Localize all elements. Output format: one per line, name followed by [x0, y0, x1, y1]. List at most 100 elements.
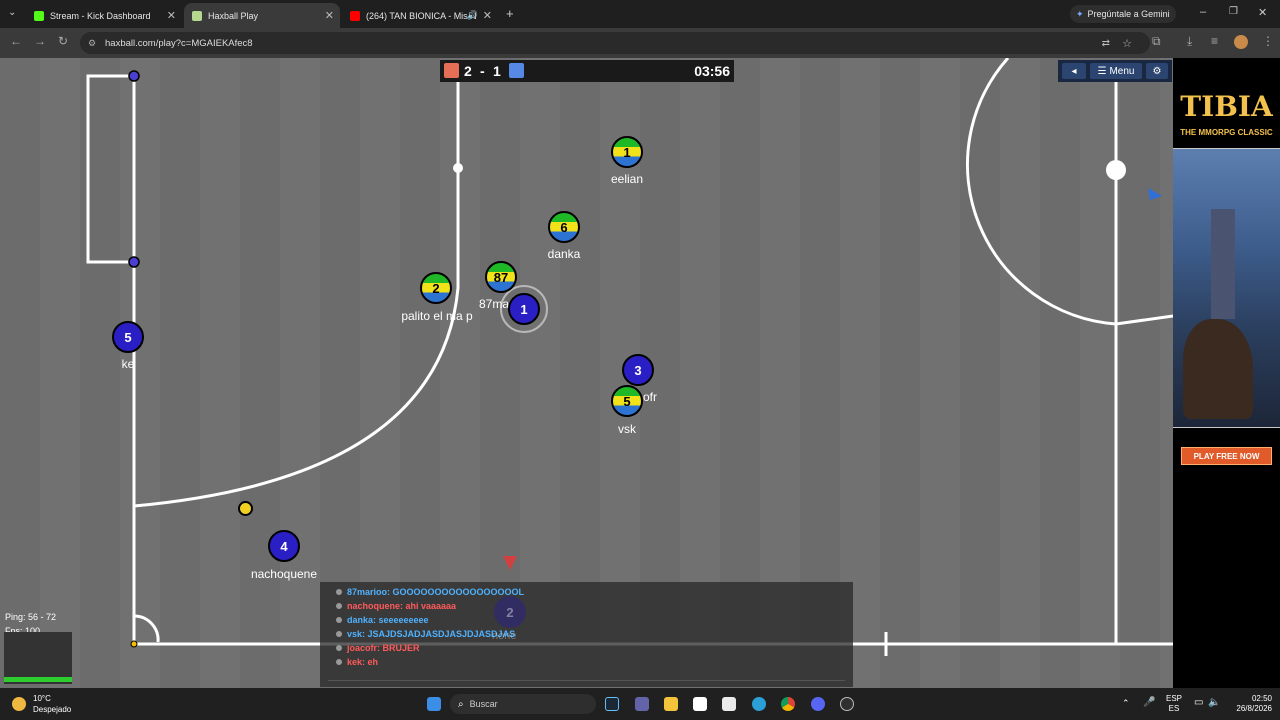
chat-message: nachoquene: ahi vaaaaaa	[320, 599, 853, 613]
network-icon[interactable]: ▭	[1194, 697, 1203, 708]
chat-message: vsk: JSAJDSJADJASDJASJDJASDJAS	[320, 627, 853, 641]
player-disc: 1	[611, 136, 643, 168]
player-avatar-icon	[336, 659, 342, 665]
reload-icon[interactable]: ↻	[58, 34, 68, 48]
tray-chevron-icon[interactable]: ⌃	[1122, 698, 1130, 709]
close-icon[interactable]: ✕	[325, 9, 334, 22]
bookmark-star-icon[interactable]: ☆	[1122, 37, 1132, 50]
match-timer: 03:56	[694, 63, 730, 79]
gear-icon: ⚙	[1152, 65, 1162, 77]
profile-avatar[interactable]	[1234, 35, 1248, 49]
blue-score: 1	[493, 63, 501, 79]
player-name: ofr	[642, 390, 658, 404]
steam-icon[interactable]	[605, 697, 619, 711]
settings-button[interactable]: ⚙	[1146, 63, 1168, 79]
more-icon[interactable]: ⋮	[1262, 34, 1274, 48]
ping-readout: Ping: 56 - 72	[5, 612, 57, 622]
player-name: ke	[121, 357, 135, 371]
red-score: 2	[464, 63, 472, 79]
store-icon[interactable]	[722, 697, 736, 711]
game-menu-bar: ◂ ☰ Menu ⚙	[1058, 60, 1172, 82]
browser-tab-bar: ⌄ Stream - Kick Dashboard ✕ Haxball Play…	[0, 0, 1280, 28]
reading-list-icon[interactable]: ≡	[1211, 34, 1218, 48]
translate-icon[interactable]: ⇄	[1102, 38, 1110, 49]
player-disc: 2	[420, 272, 452, 304]
chrome-icon[interactable]	[781, 697, 795, 711]
window-close-icon[interactable]: ✕	[1258, 6, 1267, 19]
ad-banner[interactable]: TIBIA THE MMORPG CLASSIC PLAY FREE NOW	[1173, 58, 1280, 688]
forward-icon[interactable]: →	[34, 34, 46, 48]
taskbar-search[interactable]: ⌕ Buscar	[450, 694, 596, 714]
kick-icon	[34, 10, 44, 21]
tab-title: (264) TAN BIONICA - Mis N	[366, 10, 477, 21]
chat-message: kek: eh	[320, 655, 853, 669]
back-icon[interactable]: ←	[10, 34, 22, 48]
menu-button[interactable]: ☰ Menu	[1090, 63, 1142, 79]
tab-kick[interactable]: Stream - Kick Dashboard ✕	[26, 3, 182, 28]
player-avatar-icon	[336, 603, 342, 609]
windows-start-icon[interactable]	[427, 697, 441, 711]
speaker-icon[interactable]: 🔊	[467, 10, 478, 21]
player-avatar-icon	[336, 631, 342, 637]
tab-youtube[interactable]: (264) TAN BIONICA - Mis N 🔊 ✕	[342, 3, 498, 28]
player-disc: 5	[112, 321, 144, 353]
download-icon[interactable]: ⤓	[1187, 34, 1192, 49]
gemini-label: Pregúntale a Gemini	[1087, 9, 1170, 19]
ad-subtitle: THE MMORPG CLASSIC	[1180, 128, 1273, 137]
weather-desc: Despejado	[33, 705, 72, 714]
gemini-button[interactable]: ✦ Pregúntale a Gemini	[1070, 5, 1176, 23]
teams-icon[interactable]	[635, 697, 649, 711]
chat-message: joacofr: BRUJER	[320, 641, 853, 655]
clock[interactable]: 02:50 26/8/2026	[1220, 694, 1272, 714]
chat-input[interactable]	[328, 669, 845, 681]
player-disc: 5	[611, 385, 643, 417]
player-disc: 6	[548, 211, 580, 243]
close-icon[interactable]: ✕	[167, 9, 176, 22]
player-name: nachoquene	[250, 567, 318, 581]
player-avatar-icon	[336, 617, 342, 623]
collapse-button[interactable]: ◂	[1062, 63, 1086, 79]
tab-title: Stream - Kick Dashboard	[50, 10, 151, 21]
ad-title: TIBIA	[1180, 90, 1273, 123]
red-team-badge	[444, 63, 459, 78]
microphone-icon[interactable]: 🎤	[1143, 697, 1155, 708]
close-icon[interactable]: ✕	[483, 9, 492, 22]
obs-icon[interactable]	[840, 697, 854, 711]
fps-graph	[4, 632, 72, 684]
gemini-icon: ✦	[1076, 8, 1084, 19]
edge-icon[interactable]	[752, 697, 766, 711]
chat-panel[interactable]: 2 none 87marioo: GOOOOOOOOOOOOOOOOOL nac…	[320, 582, 853, 687]
search-icon: ⌕	[458, 698, 464, 710]
extensions-icon[interactable]: ⧉	[1152, 34, 1161, 49]
volume-icon[interactable]: 🔈	[1208, 697, 1220, 708]
discord-icon[interactable]	[811, 697, 825, 711]
tab-title: Haxball Play	[208, 10, 259, 21]
search-placeholder: Buscar	[469, 699, 498, 709]
maximize-icon[interactable]: ❐	[1229, 6, 1238, 17]
blue-team-badge	[509, 63, 524, 78]
url-field[interactable]: ⚙ haxball.com/play?c=MGAIEKAfec8 ⇄ ☆	[80, 32, 1150, 54]
ball	[238, 501, 253, 516]
hamburger-icon: ☰	[1097, 65, 1107, 77]
player-name: danka	[547, 247, 581, 261]
tab-search-button[interactable]: ⌄	[8, 7, 16, 18]
ghost-player-name: none	[492, 630, 517, 642]
site-info-icon[interactable]: ⚙	[88, 38, 96, 49]
file-explorer-icon[interactable]	[664, 697, 678, 711]
play-free-now-button[interactable]: PLAY FREE NOW	[1181, 447, 1272, 465]
player-name: palito el ma p	[401, 309, 473, 323]
player-name: eelian	[610, 172, 644, 186]
player-name: 87ma	[478, 297, 510, 311]
new-tab-button[interactable]: +	[506, 6, 514, 21]
language-indicator[interactable]: ESP ES	[1166, 694, 1182, 714]
player-avatar-icon	[336, 645, 342, 651]
minimize-icon[interactable]: –	[1200, 6, 1206, 18]
weather-temp: 10°C	[33, 694, 51, 703]
tab-haxball[interactable]: Haxball Play ✕	[184, 3, 340, 28]
capcut-icon[interactable]	[693, 697, 707, 711]
score-separator: -	[480, 63, 485, 79]
haxball-game-canvas[interactable]: 1 eelian 6 danka 87 87ma 2 palito el ma …	[0, 58, 1173, 688]
player-disc: 3	[622, 354, 654, 386]
ad-artwork	[1173, 148, 1280, 428]
player-name: vsk	[618, 422, 636, 436]
